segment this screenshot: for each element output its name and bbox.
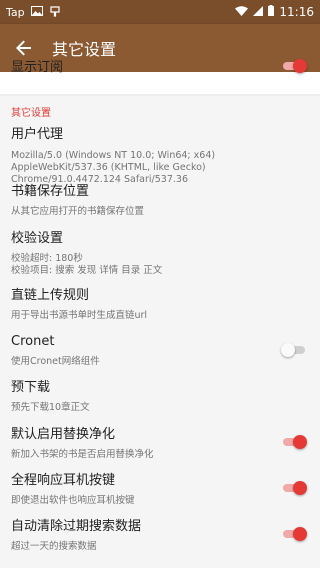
- setting-user-agent[interactable]: 用户代理 Mozilla/5.0 (Windows NT 10.0; Win64…: [0, 127, 320, 186]
- setting-title: 显示订阅: [11, 60, 64, 75]
- setting-summary: Mozilla/5.0 (Windows NT 10.0; Win64; x64…: [11, 150, 216, 185]
- auto-clear-search-switch[interactable]: [281, 527, 307, 541]
- setting-title: 校验设置: [11, 231, 64, 246]
- setting-summary: 从其它应用打开的书籍保存位置: [11, 206, 145, 217]
- cronet-switch[interactable]: [281, 343, 307, 357]
- default-replace-switch[interactable]: [281, 435, 307, 449]
- battery-icon: [268, 5, 275, 19]
- section-header: 其它设置: [11, 108, 51, 119]
- setting-title: 直链上传规则: [11, 288, 90, 303]
- status-tap-label: Tap: [6, 5, 25, 19]
- setting-book-save-location[interactable]: 书籍保存位置 从其它应用打开的书籍保存位置: [0, 184, 320, 218]
- setting-summary: 预先下载10章正文: [11, 402, 90, 413]
- setting-title: 用户代理: [11, 127, 64, 142]
- setting-headset-button[interactable]: 全程响应耳机按键 即使退出软件也响应耳机按键: [0, 473, 320, 507]
- setting-summary: 校验超时: 180秒 校验项目: 搜索 发现 详情 目录 正文: [11, 253, 163, 276]
- arrow-back-icon: [16, 40, 31, 56]
- setting-show-subscription[interactable]: 显示订阅: [0, 59, 320, 94]
- setting-summary: 超过一天的搜索数据: [11, 541, 97, 552]
- setting-title: 预下载: [11, 380, 51, 395]
- status-bar: Tap 11:16: [0, 0, 320, 24]
- status-time: 11:16: [279, 5, 314, 19]
- show-subscription-switch[interactable]: [281, 59, 307, 73]
- setting-default-replace[interactable]: 默认启用替换净化 新加入书架的书是否启用替换净化: [0, 427, 320, 461]
- setting-summary: 新加入书架的书是否启用替换净化: [11, 449, 154, 460]
- setting-check-source[interactable]: 校验设置 校验超时: 180秒 校验项目: 搜索 发现 详情 目录 正文: [0, 231, 320, 277]
- setting-pre-download[interactable]: 预下载 预先下载10章正文: [0, 380, 320, 414]
- image-notification-icon: [30, 5, 43, 19]
- setting-summary: 即使退出软件也响应耳机按键: [11, 495, 135, 506]
- setting-summary: 使用Cronet网络组件: [11, 356, 100, 367]
- setting-summary: 用于导出书源书单时生成直链url: [11, 310, 148, 321]
- setting-auto-clear-search[interactable]: 自动清除过期搜索数据 超过一天的搜索数据: [0, 519, 320, 553]
- page-title: 其它设置: [52, 40, 117, 59]
- setting-direct-link-upload[interactable]: 直链上传规则 用于导出书源书单时生成直链url: [0, 288, 320, 322]
- setting-title: 自动清除过期搜索数据: [11, 519, 142, 534]
- setting-cronet[interactable]: Cronet 使用Cronet网络组件: [0, 334, 320, 368]
- setting-title: 默认启用替换净化: [11, 427, 116, 442]
- signal-icon: [253, 5, 264, 19]
- headset-button-switch[interactable]: [281, 481, 307, 495]
- setting-title: Cronet: [11, 334, 55, 349]
- setting-title: 书籍保存位置: [11, 184, 90, 199]
- wifi-icon: [235, 5, 249, 19]
- app-notification-icon: [49, 5, 61, 20]
- setting-title: 全程响应耳机按键: [11, 473, 116, 488]
